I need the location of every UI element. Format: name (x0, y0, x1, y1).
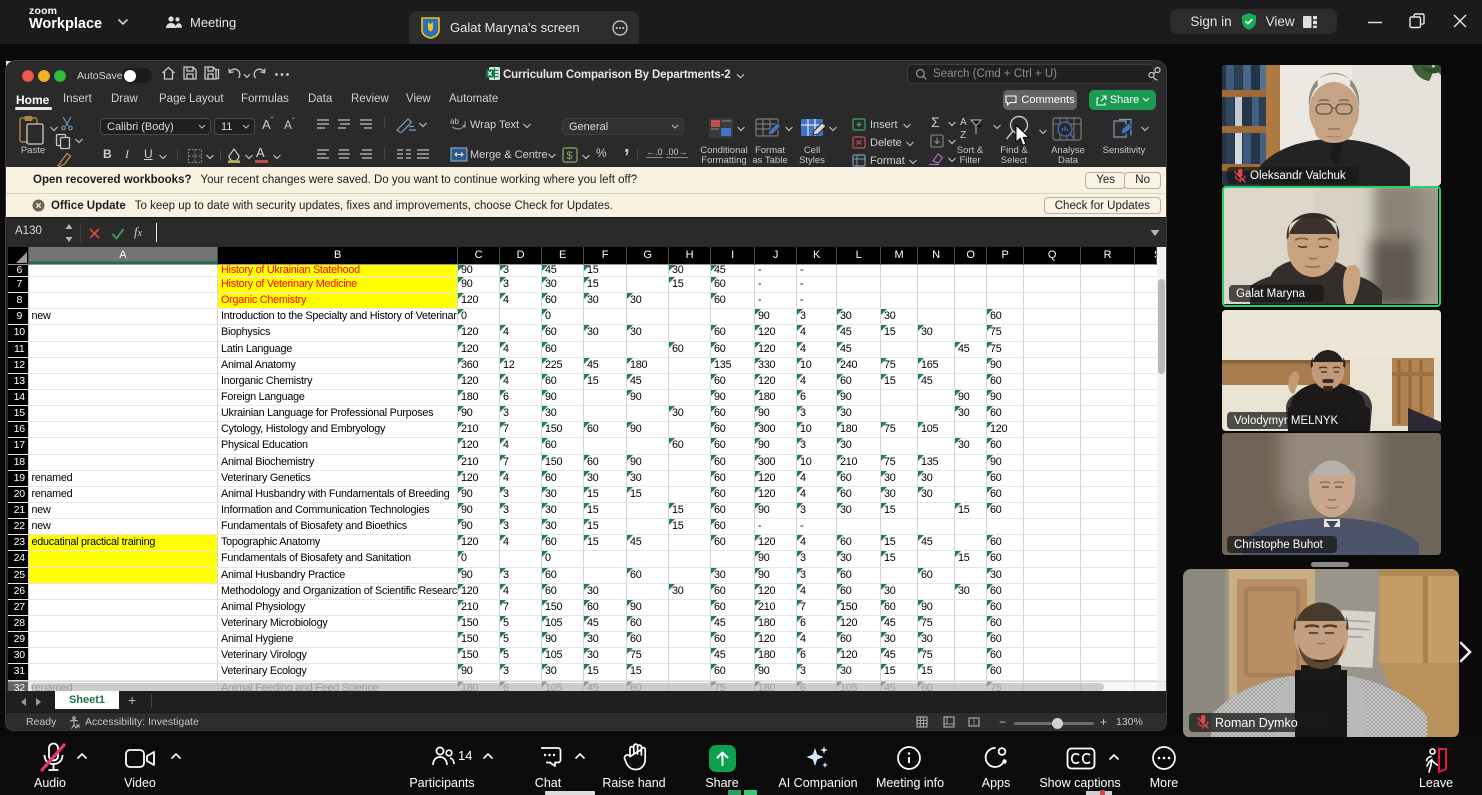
svg-text:Christophe Buhot: Christophe Buhot (1234, 539, 1324, 551)
svg-text:Galat Maryna: Galat Maryna (1236, 288, 1306, 300)
svg-text:Oleksandr Valchuk: Oleksandr Valchuk (1250, 170, 1346, 182)
svg-text:ab: ab (450, 117, 459, 126)
svg-text:Roman Dymko: Roman Dymko (1215, 716, 1298, 730)
svg-text:A: A (960, 117, 967, 128)
svg-text:Z: Z (960, 130, 966, 141)
svg-text:Volodymyr MELNYK: Volodymyr MELNYK (1234, 415, 1339, 427)
svg-text:$: $ (567, 150, 573, 162)
